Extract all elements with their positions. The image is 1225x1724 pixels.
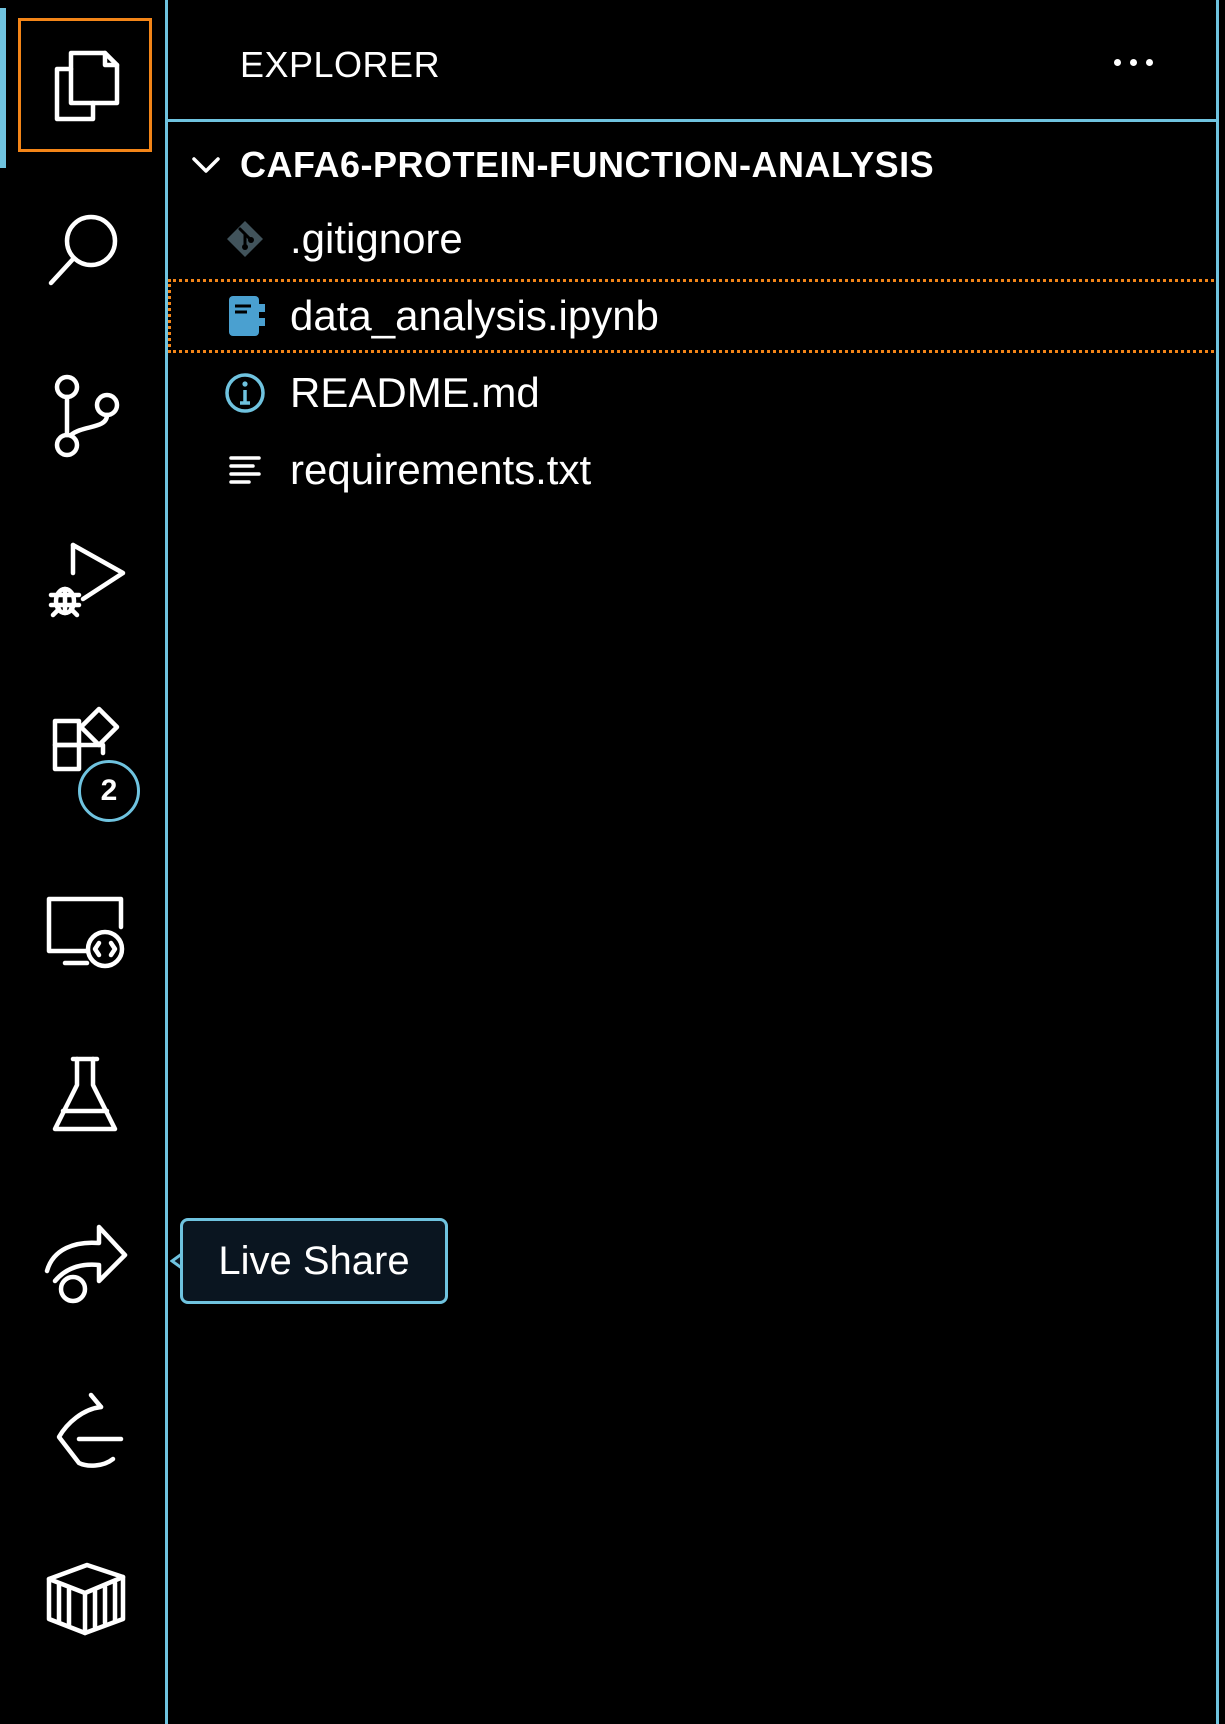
explorer-sidebar: EXPLORER CAFA6-PROTEIN-FUNCTION-ANALYSIS… [168, 0, 1225, 1724]
file-item-data-analysis[interactable]: data_analysis.ipynb [168, 279, 1219, 353]
live-share-icon [44, 1224, 128, 1304]
activity-containers-button[interactable] [18, 1530, 152, 1664]
activity-source-control-button[interactable] [18, 348, 152, 482]
sidebar-border [1216, 0, 1219, 1724]
activity-run-debug-button[interactable] [18, 512, 152, 646]
copilot-icon [56, 1392, 124, 1468]
activity-explorer-button[interactable] [18, 18, 152, 152]
file-item-requirements[interactable]: requirements.txt [168, 433, 1219, 507]
activity-remote-explorer-button[interactable] [18, 862, 152, 996]
source-control-icon [54, 374, 120, 458]
text-lines-icon [222, 447, 268, 493]
run-debug-icon [48, 542, 126, 618]
remote-explorer-icon [46, 896, 125, 969]
notebook-icon [222, 293, 268, 339]
file-item-readme[interactable]: README.md [168, 356, 1219, 430]
workspace-folder-header[interactable]: CAFA6-PROTEIN-FUNCTION-ANALYSIS [168, 128, 1219, 202]
file-name: .gitignore [290, 215, 463, 262]
sidebar-title: EXPLORER [240, 44, 441, 85]
search-icon [48, 214, 118, 286]
file-name: requirements.txt [290, 446, 592, 493]
activity-copilot-button[interactable] [18, 1364, 152, 1498]
chevron-down-icon [186, 145, 226, 185]
file-item-gitignore[interactable]: .gitignore [168, 202, 1219, 276]
info-icon [222, 370, 268, 416]
file-name: data_analysis.ipynb [290, 292, 659, 339]
activity-bar: 2 [0, 0, 168, 1724]
container-icon [46, 1562, 126, 1636]
activity-live-share-button[interactable] [18, 1194, 152, 1328]
extensions-badge: 2 [78, 760, 140, 822]
files-icon [54, 50, 120, 122]
live-share-tooltip: Live Share [180, 1218, 448, 1304]
workspace-folder-name: CAFA6-PROTEIN-FUNCTION-ANALYSIS [240, 144, 935, 185]
tooltip-text: Live Share [218, 1238, 410, 1283]
git-file-icon [222, 216, 268, 262]
file-name: README.md [290, 369, 540, 416]
sidebar-header: EXPLORER [168, 0, 1219, 122]
flask-icon [52, 1056, 118, 1132]
activity-search-button[interactable] [18, 182, 152, 316]
more-actions-button[interactable] [1098, 40, 1168, 84]
active-indicator [0, 8, 6, 168]
activity-testing-button[interactable] [18, 1028, 152, 1162]
ellipsis-icon [1113, 58, 1121, 66]
